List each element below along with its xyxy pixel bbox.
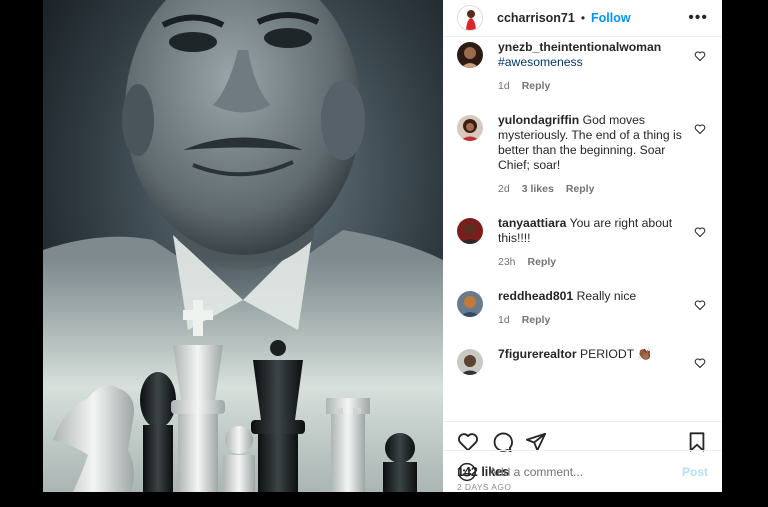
commenter-avatar[interactable]	[457, 42, 483, 68]
comment-text: PERIODT 👏🏾	[579, 347, 653, 361]
author-username[interactable]: ccharrison71	[497, 11, 575, 25]
add-comment-bar: Post	[443, 450, 722, 492]
commenter-avatar-image	[457, 291, 483, 317]
post-image[interactable]	[43, 0, 443, 492]
author-avatar[interactable]	[457, 5, 483, 31]
comment-like-icon[interactable]	[694, 123, 706, 135]
comment-username[interactable]: reddhead801	[498, 289, 573, 303]
comment-username[interactable]: yulondagriffin	[498, 113, 579, 127]
comment-item: yulondagriffin God moves mysteriously. T…	[457, 113, 708, 197]
commenter-avatar[interactable]	[457, 115, 483, 141]
comment-body: yulondagriffin God moves mysteriously. T…	[498, 113, 688, 197]
reply-button[interactable]: Reply	[522, 79, 551, 94]
commenter-avatar[interactable]	[457, 291, 483, 317]
reply-button[interactable]: Reply	[522, 313, 551, 328]
reply-button[interactable]: Reply	[528, 255, 557, 270]
comment-username[interactable]: tanyaattiara	[498, 216, 566, 230]
comment-age: 2d	[498, 183, 510, 195]
commenter-avatar[interactable]	[457, 349, 483, 375]
comment-age: 1d	[498, 314, 510, 326]
reply-button[interactable]: Reply	[566, 182, 595, 197]
comment-item: reddhead801 Really nice 1d Reply	[457, 289, 708, 328]
comment-hashtag[interactable]: #awesomeness	[498, 55, 688, 70]
post-comment-button[interactable]: Post	[682, 465, 708, 479]
commenter-avatar-image	[457, 349, 483, 375]
comment-input[interactable]	[489, 464, 669, 479]
comment-item: 7figurerealtor PERIODT 👏🏾	[457, 347, 708, 375]
comment-username[interactable]: 7figurerealtor	[498, 347, 577, 361]
comment-meta: 2d 3 likes Reply	[498, 182, 688, 197]
author-avatar-image	[458, 6, 482, 30]
comments-list[interactable]: ynezb_theintentionalwoman #awesomeness 1…	[443, 37, 722, 421]
comment-meta: 23h Reply	[498, 255, 688, 270]
comment-like-icon[interactable]	[694, 357, 706, 369]
commenter-avatar[interactable]	[457, 218, 483, 244]
comment-text: Really nice	[576, 289, 637, 303]
comment-age: 23h	[498, 256, 516, 268]
comment-like-icon[interactable]	[694, 226, 706, 238]
smiley-icon[interactable]	[457, 462, 477, 482]
comment-meta: 1d Reply	[498, 313, 688, 328]
comment-age: 1d	[498, 80, 510, 92]
comment-meta: 1d Reply	[498, 79, 688, 94]
comment-item: ynezb_theintentionalwoman #awesomeness 1…	[457, 40, 708, 94]
comment-body: 7figurerealtor PERIODT 👏🏾	[498, 347, 688, 362]
post-header: ccharrison71 • Follow •••	[443, 0, 722, 37]
comment-body: ynezb_theintentionalwoman #awesomeness 1…	[498, 40, 688, 94]
comment-body: tanyaattiara You are right about this!!!…	[498, 216, 688, 270]
comment-like-icon[interactable]	[694, 50, 706, 62]
comment-likes-count[interactable]: 3 likes	[522, 182, 554, 197]
post-sidebar: ccharrison71 • Follow ••• ynezb_theinten…	[443, 0, 722, 492]
comment-item: tanyaattiara You are right about this!!!…	[457, 216, 708, 270]
post-modal: ccharrison71 • Follow ••• ynezb_theinten…	[43, 0, 722, 492]
comment-username[interactable]: ynezb_theintentionalwoman	[498, 40, 661, 54]
comment-like-icon[interactable]	[694, 299, 706, 311]
portrait-with-chess-pieces-image	[43, 0, 443, 492]
comment-body: reddhead801 Really nice 1d Reply	[498, 289, 688, 328]
follow-button[interactable]: Follow	[591, 11, 631, 25]
commenter-avatar-image	[457, 218, 483, 244]
separator-dot: •	[580, 11, 586, 25]
commenter-avatar-image	[457, 115, 483, 141]
ellipsis-icon[interactable]: •••	[688, 10, 708, 26]
commenter-avatar-image	[457, 42, 483, 68]
